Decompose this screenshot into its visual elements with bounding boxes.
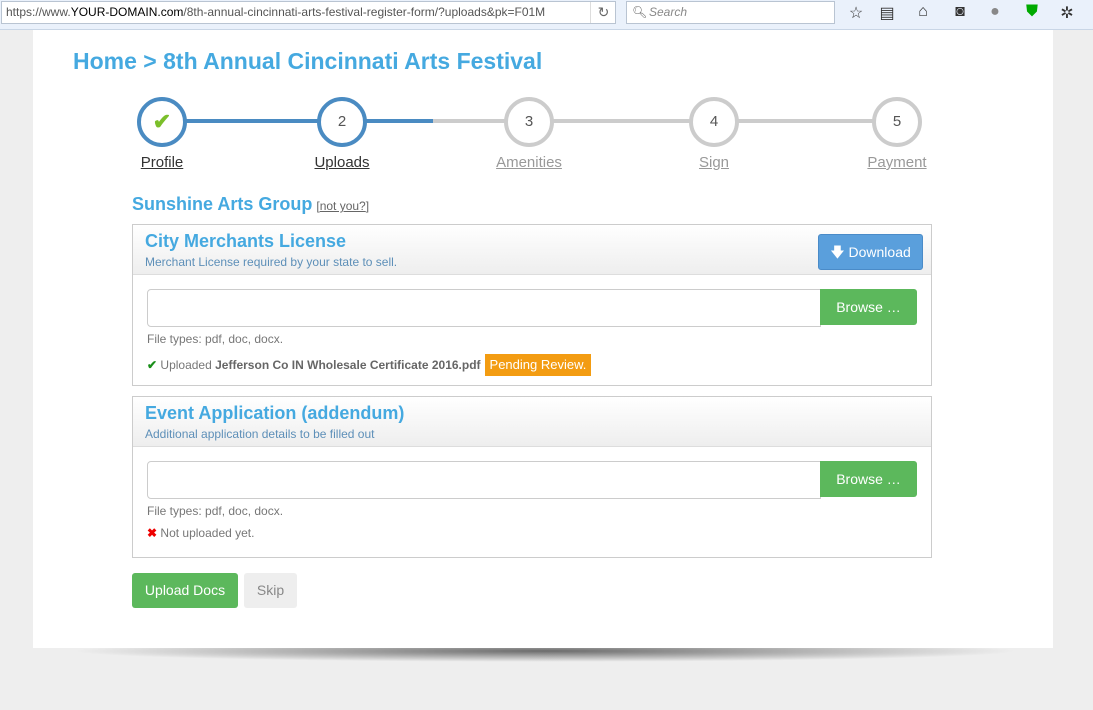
- not-you-link[interactable]: [not you?]: [316, 199, 369, 213]
- file-types-hint: File types: pdf, doc, docx.: [147, 332, 284, 346]
- card-subtitle: Merchant License required by your state …: [145, 255, 398, 269]
- url-domain: YOUR-DOMAIN.com: [70, 5, 184, 19]
- status-text: Not uploaded yet.: [160, 526, 255, 540]
- card-title: Event Application (addendum): [145, 403, 405, 423]
- card-header: City Merchants License Merchant License …: [133, 225, 931, 275]
- status-badge: Pending Review.: [484, 354, 592, 376]
- step-amenities-link[interactable]: Amenities: [496, 154, 562, 171]
- search-placeholder: Search: [649, 5, 688, 19]
- extension-icon[interactable]: ✲: [1057, 3, 1077, 23]
- not-you-text[interactable]: not you?: [320, 199, 366, 213]
- account-icon[interactable]: ●: [985, 3, 1005, 21]
- card-header: Event Application (addendum) Additional …: [133, 397, 931, 447]
- check-icon: ✔: [147, 358, 158, 372]
- file-input[interactable]: [147, 461, 821, 499]
- skip-button[interactable]: Skip: [244, 573, 297, 608]
- browse-button[interactable]: Browse …: [820, 461, 917, 497]
- url-path: /8th-annual-cincinnati-arts-festival-reg…: [183, 5, 546, 19]
- form-page: Home > 8th Annual Cincinnati Arts Festiv…: [33, 30, 1053, 648]
- upload-card-merchants-license: City Merchants License Merchant License …: [132, 224, 932, 386]
- upload-docs-button[interactable]: Upload Docs: [132, 573, 238, 608]
- file-types-hint: File types: pdf, doc, docx.: [147, 504, 284, 518]
- download-label: Download: [848, 244, 911, 260]
- file-input[interactable]: [147, 289, 821, 327]
- step-3-circle[interactable]: 3: [504, 97, 554, 147]
- pocket-icon[interactable]: ◙: [950, 3, 970, 21]
- step-4-circle[interactable]: 4: [689, 97, 739, 147]
- upload-status: ✖ Not uploaded yet.: [147, 522, 917, 544]
- step-payment-link[interactable]: Payment: [867, 154, 926, 171]
- url-bar[interactable]: https://www.YOUR-DOMAIN.com/8th-annual-c…: [1, 1, 616, 24]
- step-2-circle[interactable]: 2: [317, 97, 367, 147]
- upload-status: ✔ Uploaded Jefferson Co IN Wholesale Cer…: [147, 354, 917, 376]
- download-button[interactable]: 🡇︎ Download: [818, 234, 923, 270]
- uploaded-filename: Jefferson Co IN Wholesale Certificate 20…: [215, 358, 481, 372]
- reading-list-icon[interactable]: ▤: [877, 3, 897, 23]
- bookmark-star-icon[interactable]: ☆: [846, 3, 866, 23]
- shield-extension-icon[interactable]: ⛊: [1022, 3, 1042, 21]
- step-uploads-link[interactable]: Uploads: [314, 154, 369, 171]
- step-profile-link[interactable]: Profile: [141, 154, 184, 171]
- x-icon: ✖: [147, 526, 158, 540]
- card-title: City Merchants License: [145, 231, 347, 251]
- download-arrow-icon: 🡇︎: [830, 244, 845, 260]
- home-icon[interactable]: ⌂: [913, 3, 933, 21]
- step-1-check-icon[interactable]: ✔: [137, 97, 187, 147]
- search-icon: 🔍︎: [632, 5, 648, 19]
- step-5-circle[interactable]: 5: [872, 97, 922, 147]
- group-name: Sunshine Arts Group [not you?]: [132, 194, 369, 215]
- upload-card-event-application: Event Application (addendum) Additional …: [132, 396, 932, 558]
- search-input[interactable]: 🔍︎ Search: [626, 1, 835, 24]
- status-prefix: Uploaded: [160, 358, 212, 372]
- card-subtitle: Additional application details to be fil…: [145, 427, 375, 441]
- browse-button[interactable]: Browse …: [820, 289, 917, 325]
- reload-icon[interactable]: ↻: [590, 2, 615, 23]
- step-sign-link[interactable]: Sign: [699, 154, 729, 171]
- group-title: Sunshine Arts Group: [132, 194, 313, 214]
- breadcrumb[interactable]: Home > 8th Annual Cincinnati Arts Festiv…: [73, 48, 542, 75]
- progress-line-remaining: [433, 119, 897, 123]
- url-prefix: https://www.: [6, 5, 71, 19]
- browser-toolbar: https://www.YOUR-DOMAIN.com/8th-annual-c…: [0, 0, 1093, 30]
- progress-line-complete: [162, 119, 433, 123]
